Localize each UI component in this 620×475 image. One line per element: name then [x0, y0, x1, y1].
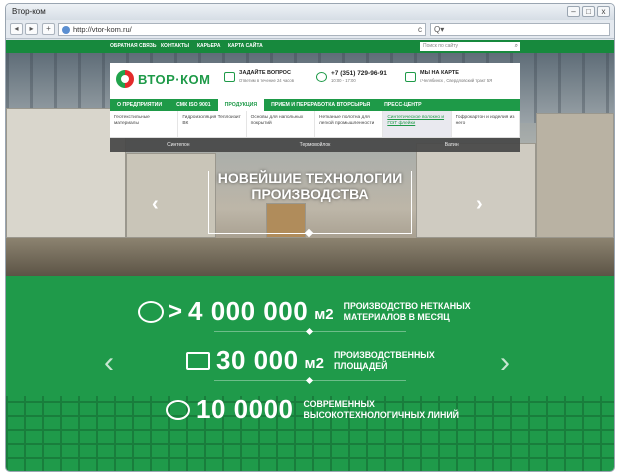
add-tab-icon[interactable]: + — [42, 23, 55, 35]
sitemap-link[interactable]: КАРТА САЙТА — [228, 43, 263, 49]
hero-prev-arrow-icon[interactable]: ‹ — [152, 193, 159, 216]
submenu-item-selected[interactable]: Синтетическое волокно и ПЭТ флейки — [383, 111, 452, 137]
url-text: http://vtor-kom.ru/ — [73, 25, 132, 34]
nav-item-iso[interactable]: СМК ISO 9001 — [169, 99, 218, 111]
search-icon[interactable]: ⌕ — [515, 42, 518, 51]
phone-icon — [316, 72, 327, 82]
hero-banner: ВТОР·КОМ ЗАДАЙТЕ ВОПРОС Ответим в течени… — [6, 53, 614, 276]
minimize-button[interactable]: – — [567, 6, 580, 17]
products-submenu: Геотекстильные материалы Гидроизоляция Т… — [110, 111, 520, 138]
career-link[interactable]: КАРЬЕРА — [197, 43, 220, 49]
nav-item-recycling[interactable]: ПРИЕМ И ПЕРЕРАБОТКА ВТОРСЫРЬЯ — [264, 99, 377, 111]
back-arrow-icon[interactable]: ◂ — [10, 23, 23, 35]
roll-icon — [138, 300, 164, 323]
site-logo[interactable]: ВТОР·КОМ — [116, 70, 211, 88]
machine-left — [6, 108, 126, 238]
refresh-icon[interactable]: c — [418, 24, 422, 35]
stats-next-arrow-icon[interactable]: › — [500, 346, 510, 380]
feedback-link[interactable]: ОБРАТНАЯ СВЯЗЬ — [110, 43, 156, 49]
submenu-item[interactable]: Нетканые полотна для легкой промышленнос… — [315, 111, 384, 137]
nav-item-about[interactable]: О ПРЕДПРИЯТИИ — [110, 99, 169, 111]
nav-item-products[interactable]: ПРОДУКЦИЯ — [217, 99, 265, 111]
address-bar[interactable]: http://vtor-kom.ru/ c — [58, 23, 426, 36]
stat-row-production: > 4 000 000 м2 ПРОИЗВОДСТВО НЕТКАНЫХ МАТ… — [138, 296, 471, 327]
subsub-item[interactable]: Ватин — [383, 138, 520, 152]
globe-icon — [62, 26, 70, 34]
divider-diamond-icon — [305, 376, 314, 385]
nav-item-press[interactable]: ПРЕСС-ЦЕНТР — [377, 99, 429, 111]
divider-diamond-icon — [305, 327, 314, 336]
web-page: ОБРАТНАЯ СВЯЗЬ КОНТАКТЫ КАРЬЕРА КАРТА СА… — [6, 40, 614, 471]
subsub-item[interactable]: Термовойлок — [247, 138, 384, 152]
map-icon — [405, 72, 416, 82]
browser-window: Втор-ком – □ x ◂ ▸ + http://vtor-kom.ru/… — [5, 3, 615, 472]
fiber-submenu: Синтепон Термовойлок Ватин — [110, 138, 520, 152]
top-links-bar: ОБРАТНАЯ СВЯЗЬ КОНТАКТЫ КАРЬЕРА КАРТА СА… — [6, 40, 614, 53]
site-search-input[interactable]: Поиск по сайту ⌕ — [420, 42, 520, 51]
stat-row-lines: 10 0000 СОВРЕМЕННЫХ ВЫСОКОТЕХНОЛОГИЧНЫХ … — [166, 394, 459, 425]
submenu-item[interactable]: Основы для напольных покрытий — [247, 111, 315, 137]
title-bar: Втор-ком – □ x — [6, 4, 614, 20]
hero-title: НОВЕЙШИЕ ТЕХНОЛОГИИ ПРОИЗВОДСТВА — [217, 170, 403, 202]
contacts-link[interactable]: КОНТАКТЫ — [161, 43, 189, 49]
machine-far-right — [536, 113, 614, 238]
browser-toolbar: ◂ ▸ + http://vtor-kom.ru/ c Q▾ — [6, 20, 614, 39]
forward-arrow-icon[interactable]: ▸ — [25, 23, 38, 35]
window-title: Втор-ком — [12, 7, 46, 16]
machine-center — [126, 153, 216, 238]
machine-right — [416, 143, 536, 238]
site-header: ВТОР·КОМ ЗАДАЙТЕ ВОПРОС Ответим в течени… — [110, 63, 520, 99]
main-navigation: О ПРЕДПРИЯТИИ СМК ISO 9001 ПРОДУКЦИЯ ПРИ… — [110, 99, 520, 111]
logo-icon — [116, 70, 134, 88]
hero-next-arrow-icon[interactable]: › — [476, 193, 483, 216]
gears-icon — [166, 399, 190, 420]
subsub-item[interactable]: Синтепон — [110, 138, 247, 152]
factory-icon — [186, 351, 210, 370]
stats-prev-arrow-icon[interactable]: ‹ — [104, 346, 114, 380]
maximize-button[interactable]: □ — [582, 6, 595, 17]
close-button[interactable]: x — [597, 6, 610, 17]
submenu-item[interactable]: Гофрокартон и изделия из него — [452, 111, 520, 137]
envelope-icon — [224, 72, 235, 82]
stat-row-area: 30 000 м2 ПРОИЗВОДСТВЕННЫХ ПЛОЩАДЕЙ — [186, 345, 435, 376]
submenu-item[interactable]: Гидроизоляция Теплоизит ВК — [178, 111, 247, 137]
stats-section: ‹ › > 4 000 000 м2 ПРОИЗВОДСТВО НЕТКАНЫХ… — [6, 276, 614, 471]
submenu-item[interactable]: Геотекстильные материалы — [110, 111, 179, 137]
factory-floor — [6, 238, 614, 276]
browser-search-input[interactable]: Q▾ — [430, 23, 610, 36]
